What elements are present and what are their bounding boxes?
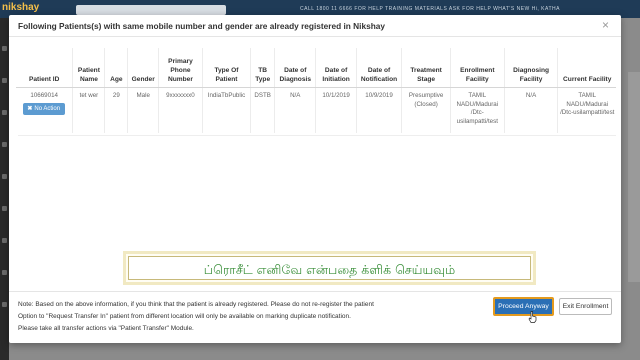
- duplicate-patient-modal: Following Patients(s) with same mobile n…: [9, 15, 621, 343]
- age-cell: 29: [104, 87, 128, 133]
- enrollment-facility-cell: TAMIL NADU/Madurai /Dtc-usilampatti/test: [449, 87, 505, 133]
- divider: [18, 135, 616, 136]
- note-text: Note: Based on the above information, if…: [18, 301, 374, 308]
- sidebar-icon[interactable]: [2, 174, 7, 179]
- notification-date-cell: 10/9/2019: [355, 87, 402, 133]
- diagnosis-date-cell: N/A: [274, 87, 316, 133]
- column-header: Gender: [127, 48, 159, 88]
- hand-cursor-icon: [528, 311, 537, 323]
- column-header: Diagnosing Facility: [503, 48, 558, 88]
- table-row: 10669014 ✖ No Action tet wer 29 Male 9xxx…: [16, 87, 616, 133]
- patient-id: 10669014: [30, 92, 58, 99]
- exit-enrollment-button[interactable]: Exit Enrollment: [559, 298, 612, 315]
- sidebar-icon[interactable]: [2, 302, 7, 307]
- sidebar-icon[interactable]: [2, 206, 7, 211]
- patient-id-cell: 10669014 ✖ No Action: [16, 87, 73, 133]
- treatment-stage-cell: Presumptive (Closed): [401, 87, 451, 133]
- column-header: Patient ID: [16, 48, 73, 88]
- table-header-row: Patient ID Patient Name Age Gender Prima…: [16, 48, 616, 88]
- column-header: Date of Diagnosis: [274, 48, 316, 88]
- caption-box: ப்ரொசீட் எனிவே என்பதை க்ளிக் செய்யவும்: [128, 256, 531, 280]
- no-action-label: No Action: [34, 105, 61, 112]
- column-header: Treatment Stage: [401, 48, 451, 88]
- header-links[interactable]: CALL 1800 11 6666 FOR HELP TRAINING MATE…: [300, 6, 560, 12]
- note-text: Please take all transfer actions via "Pa…: [18, 325, 194, 332]
- sidebar-icon[interactable]: [2, 78, 7, 83]
- modal-title: Following Patients(s) with same mobile n…: [18, 21, 386, 31]
- column-header: Date of Initiation: [315, 48, 357, 88]
- sidebar-icon[interactable]: [2, 110, 7, 115]
- gender-cell: Male: [127, 87, 159, 133]
- proceed-anyway-button[interactable]: Proceed Anyway: [493, 297, 554, 316]
- divider: [9, 291, 621, 292]
- column-header: TB Type: [250, 48, 275, 88]
- sidebar-icon[interactable]: [2, 238, 7, 243]
- sidebar: [0, 18, 9, 360]
- column-header: Age: [104, 48, 128, 88]
- sidebar-icon[interactable]: [2, 270, 7, 275]
- nikshay-logo: nikshay: [2, 2, 40, 13]
- caption-text: ப்ரொசீட் எனிவே என்பதை க்ளிக் செய்யவும்: [203, 262, 456, 277]
- sidebar-icon[interactable]: [2, 46, 7, 51]
- initiation-date-cell: 10/1/2019: [315, 87, 357, 133]
- note-text: Option to "Request Transfer In" patient …: [18, 313, 351, 320]
- no-action-button[interactable]: ✖ No Action: [23, 102, 66, 115]
- current-facility-cell: TAMIL NADU/Madurai /Dtc-usilampatti/test: [557, 87, 616, 133]
- column-header: Date of Notification: [355, 48, 402, 88]
- instruction-caption: ப்ரொசீட் எனிவே என்பதை க்ளிக் செய்யவும்: [123, 251, 536, 285]
- sidebar-icon[interactable]: [2, 142, 7, 147]
- phone-cell: 9xxxxxxx0: [158, 87, 203, 133]
- column-header: Type Of Patient: [201, 48, 251, 88]
- divider: [9, 36, 621, 37]
- patient-type-cell: IndiaTbPublic: [201, 87, 251, 133]
- close-icon[interactable]: ×: [602, 19, 609, 31]
- close-icon: ✖: [27, 105, 33, 112]
- tb-type-cell: DSTB: [250, 87, 275, 133]
- column-header: Patient Name: [72, 48, 105, 88]
- search-input[interactable]: [76, 5, 226, 15]
- side-panel: [628, 72, 640, 282]
- patients-table: Patient ID Patient Name Age Gender Prima…: [16, 48, 616, 133]
- column-header: Enrollment Facility: [449, 48, 505, 88]
- diagnosing-facility-cell: N/A: [503, 87, 558, 133]
- patient-name-cell: tet wer: [72, 87, 105, 133]
- column-header: Current Facility: [557, 48, 616, 88]
- column-header: Primary Phone Number: [158, 48, 203, 88]
